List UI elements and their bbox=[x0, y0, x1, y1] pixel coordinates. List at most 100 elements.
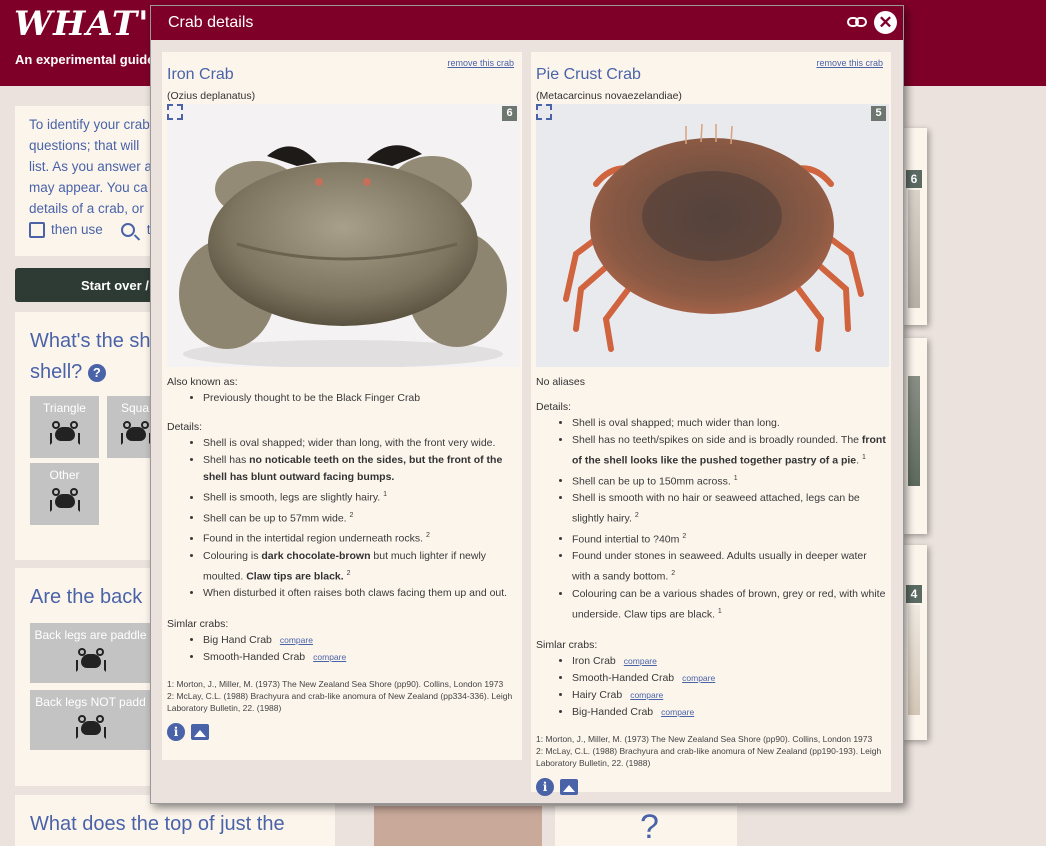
compare-link[interactable]: compare bbox=[624, 656, 657, 666]
modal-title: Crab details bbox=[168, 14, 254, 31]
result-card[interactable]: 6 bbox=[903, 128, 927, 325]
result-card[interactable] bbox=[903, 338, 927, 534]
crab-card-iron: remove this crab Iron Crab (Ozius deplan… bbox=[162, 52, 522, 760]
details-section: Details: Shell is oval shapped; wider th… bbox=[167, 421, 517, 602]
similar-section: Simlar crabs: Big Hand Crab compare Smooth… bbox=[167, 618, 517, 666]
info-icon[interactable]: i bbox=[536, 778, 554, 796]
similar-list: Big Hand Crab compare Smooth-Handed Crab co… bbox=[167, 632, 517, 666]
similar-section: Simlar crabs: Iron CrabcompareSmooth-Han… bbox=[536, 639, 886, 721]
similar-label: Simlar crabs: bbox=[167, 618, 229, 630]
option-square[interactable]: Squa bbox=[107, 396, 151, 458]
image-icon[interactable] bbox=[191, 724, 209, 740]
detail-sup: 2 bbox=[349, 511, 354, 519]
detail-pre: Colouring can be a various shades of bro… bbox=[572, 587, 886, 621]
detail-sup: 2 bbox=[682, 532, 687, 540]
aka-label: Also known as: bbox=[167, 376, 238, 388]
similar-crab-item: Big-Handed Crab compare bbox=[572, 704, 886, 721]
link-icon[interactable] bbox=[847, 15, 867, 29]
crab-icon bbox=[75, 648, 106, 674]
photo-count: 6 bbox=[502, 106, 517, 121]
details-list: Shell is oval shapped; wider than long, … bbox=[167, 435, 517, 602]
details-section: Details: Shell is oval shapped; much wid… bbox=[536, 401, 886, 623]
detail-item: Found in the intertidal region underneat… bbox=[203, 527, 517, 548]
expand-icon[interactable] bbox=[536, 104, 552, 120]
similar-crab-name[interactable]: Smooth-Handed Crab bbox=[203, 651, 305, 663]
detail-pre: Found under stones in seaweed. Adults us… bbox=[572, 550, 867, 583]
detail-pre: Shell is smooth with no hair or seaweed … bbox=[572, 492, 860, 525]
detail-sup: 1 bbox=[733, 474, 738, 482]
similar-label: Simlar crabs: bbox=[536, 639, 598, 651]
compare-link[interactable]: compare bbox=[280, 635, 313, 645]
pie-crust-crab-image bbox=[536, 104, 889, 367]
detail-bold: dark chocolate-brown bbox=[261, 549, 371, 562]
option-not-paddle-legs[interactable]: Back legs NOT padd bbox=[30, 690, 151, 750]
help-icon[interactable]: ? bbox=[87, 363, 106, 382]
crab-scientific-name: (Ozius deplanatus) bbox=[167, 90, 256, 102]
detail-pre: Found in the intertidal region underneat… bbox=[203, 532, 424, 545]
intro-then-use: then use bbox=[51, 222, 103, 237]
detail-item: Colouring can be a various shades of bro… bbox=[572, 586, 886, 624]
detail-item: Shell is smooth with no hair or seaweed … bbox=[572, 490, 886, 528]
result-card-photo[interactable] bbox=[374, 806, 542, 846]
compare-link[interactable]: compare bbox=[682, 673, 715, 683]
detail-pre: Found intertial to ?40m bbox=[572, 533, 680, 545]
details-label: Details: bbox=[167, 421, 203, 433]
option-other[interactable]: Other bbox=[30, 463, 99, 525]
expand-icon[interactable] bbox=[167, 104, 183, 120]
detail-post: . bbox=[856, 454, 860, 467]
similar-crab-name[interactable]: Big-Handed Crab bbox=[572, 706, 653, 718]
option-label: Squa bbox=[121, 401, 150, 415]
remove-crab-link[interactable]: remove this crab bbox=[816, 58, 883, 68]
option-paddle-legs[interactable]: Back legs are paddle bbox=[30, 623, 151, 683]
site-tagline: An experimental guide bbox=[15, 52, 155, 67]
crab-question-icon bbox=[49, 488, 80, 514]
option-triangle[interactable]: Triangle bbox=[30, 396, 99, 458]
aka-item: Previously thought to be the Black Finge… bbox=[203, 390, 517, 407]
similar-list: Iron Crab compare Smooth-Handed Crab compar… bbox=[536, 653, 886, 721]
detail-pre: Shell has no teeth/spikes on side and is… bbox=[572, 434, 862, 446]
remove-crab-link[interactable]: remove this crab bbox=[447, 58, 514, 68]
close-icon[interactable]: ✕ bbox=[874, 11, 897, 34]
detail-item: Shell has no teeth/spikes on side and is… bbox=[572, 432, 886, 470]
similar-crab-name[interactable]: Big Hand Crab bbox=[203, 634, 272, 646]
detail-item: Shell can be up to 150mm across. 1 bbox=[572, 470, 886, 491]
question-title-line1: What's the sh bbox=[30, 330, 151, 352]
detail-item: Shell has no noticable teeth on the side… bbox=[203, 452, 517, 486]
crab-icon bbox=[49, 421, 80, 447]
aka-section: Also known as: Previously thought to be … bbox=[167, 376, 517, 407]
compare-link[interactable]: compare bbox=[630, 690, 663, 700]
detail-sup: 1 bbox=[717, 607, 722, 615]
crab-photo-strip bbox=[908, 605, 920, 715]
photo-count: 5 bbox=[871, 106, 886, 121]
reference-item: 1: Morton, J., Miller, M. (1973) The New… bbox=[536, 734, 873, 744]
similar-crab-item: Iron Crab compare bbox=[572, 653, 886, 670]
reference-item: 2: McLay, C.L. (1988) Brachyura and crab… bbox=[536, 746, 882, 768]
info-icon[interactable]: i bbox=[167, 723, 185, 741]
crab-photo[interactable]: 5 bbox=[536, 104, 889, 367]
detail-pre: Shell can be up to 57mm wide. bbox=[203, 512, 347, 524]
detail-pre: Shell is smooth, legs are slightly hairy… bbox=[203, 491, 381, 504]
crab-name: Iron Crab bbox=[167, 66, 234, 83]
crab-scientific-name: (Metacarcinus novaezelandiae) bbox=[536, 90, 682, 102]
result-card[interactable]: 4 bbox=[903, 545, 927, 740]
detail-pre: Colouring is bbox=[203, 549, 262, 562]
details-list: Shell is oval shapped; much wider than l… bbox=[536, 415, 886, 623]
similar-crab-item: Big Hand Crab compare bbox=[203, 632, 517, 649]
crab-photo[interactable]: 6 bbox=[167, 104, 520, 367]
detail-item: Shell is oval shapped; much wider than l… bbox=[572, 415, 886, 432]
compare-link[interactable]: compare bbox=[313, 652, 346, 662]
option-label: Triangle bbox=[43, 401, 86, 415]
image-icon[interactable] bbox=[560, 779, 578, 795]
similar-crab-name[interactable]: Smooth-Handed Crab bbox=[572, 672, 674, 684]
option-label: Back legs are paddle bbox=[34, 628, 147, 642]
similar-crab-name[interactable]: Iron Crab bbox=[572, 655, 616, 667]
option-label: Other bbox=[49, 468, 80, 482]
reference-item: 1: Morton, J., Miller, M. (1973) The New… bbox=[167, 679, 504, 689]
detail-sup: 2 bbox=[671, 570, 676, 577]
detail-pre: Shell has bbox=[203, 454, 250, 466]
compare-link[interactable]: compare bbox=[661, 707, 694, 717]
detail-item: Shell is smooth, legs are slightly hairy… bbox=[203, 486, 517, 507]
similar-crab-item: Smooth-Handed Crab compare bbox=[572, 670, 886, 687]
references: 1: Morton, J., Miller, M. (1973) The New… bbox=[536, 733, 886, 769]
similar-crab-name[interactable]: Hairy Crab bbox=[572, 689, 622, 701]
